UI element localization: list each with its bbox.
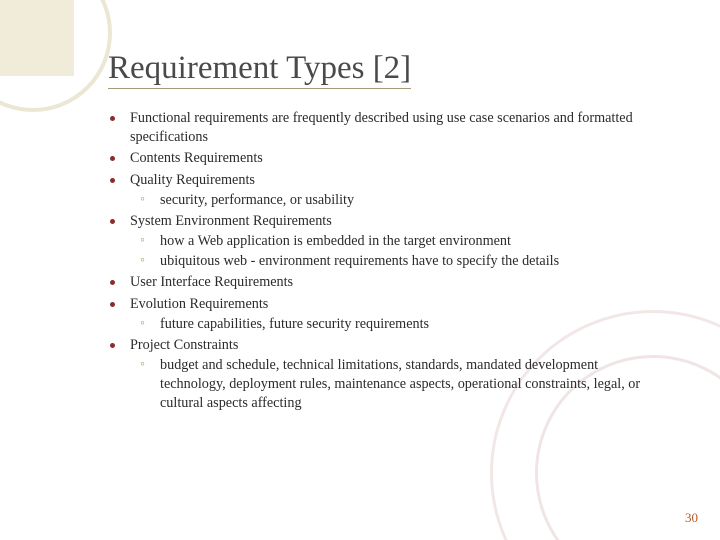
sub-bullet-item: ubiquitous web - environment requirement…	[130, 252, 648, 271]
sub-bullet-text: security, performance, or usability	[160, 192, 354, 208]
bullet-item: System Environment Requirements how a We…	[108, 212, 648, 272]
sub-bullet-list: future capabilities, future security req…	[130, 315, 648, 334]
sub-bullet-item: budget and schedule, technical limitatio…	[130, 356, 648, 414]
bullet-text: User Interface Requirements	[130, 274, 293, 290]
content-area: Requirement Types [2] Functional require…	[0, 0, 720, 414]
bullet-item: User Interface Requirements	[108, 273, 648, 292]
bullet-text: Contents Requirements	[130, 150, 263, 166]
bullet-item: Contents Requirements	[108, 149, 648, 168]
bullet-list: Functional requirements are frequently d…	[108, 109, 648, 414]
page-number: 30	[685, 510, 698, 526]
sub-bullet-text: future capabilities, future security req…	[160, 316, 429, 332]
bullet-item: Quality Requirements security, performan…	[108, 171, 648, 210]
bullet-item: Evolution Requirements future capabiliti…	[108, 295, 648, 334]
bullet-text: Functional requirements are frequently d…	[130, 110, 633, 145]
bullet-item: Functional requirements are frequently d…	[108, 109, 648, 147]
sub-bullet-text: how a Web application is embedded in the…	[160, 233, 511, 249]
slide-title-text: Requirement Types [2]	[108, 50, 411, 89]
sub-bullet-item: how a Web application is embedded in the…	[130, 232, 648, 251]
slide-title: Requirement Types [2]	[108, 50, 648, 87]
sub-bullet-item: future capabilities, future security req…	[130, 315, 648, 334]
bullet-text: Project Constraints	[130, 337, 238, 353]
sub-bullet-item: security, performance, or usability	[130, 191, 648, 210]
sub-bullet-list: security, performance, or usability	[130, 191, 648, 210]
sub-bullet-list: budget and schedule, technical limitatio…	[130, 356, 648, 414]
bullet-item: Project Constraints budget and schedule,…	[108, 336, 648, 414]
slide: Requirement Types [2] Functional require…	[0, 0, 720, 540]
sub-bullet-text: budget and schedule, technical limitatio…	[160, 357, 640, 411]
bullet-text: Evolution Requirements	[130, 296, 268, 312]
bullet-text: System Environment Requirements	[130, 213, 332, 229]
bullet-text: Quality Requirements	[130, 172, 255, 188]
sub-bullet-text: ubiquitous web - environment requirement…	[160, 253, 559, 269]
sub-bullet-list: how a Web application is embedded in the…	[130, 232, 648, 271]
